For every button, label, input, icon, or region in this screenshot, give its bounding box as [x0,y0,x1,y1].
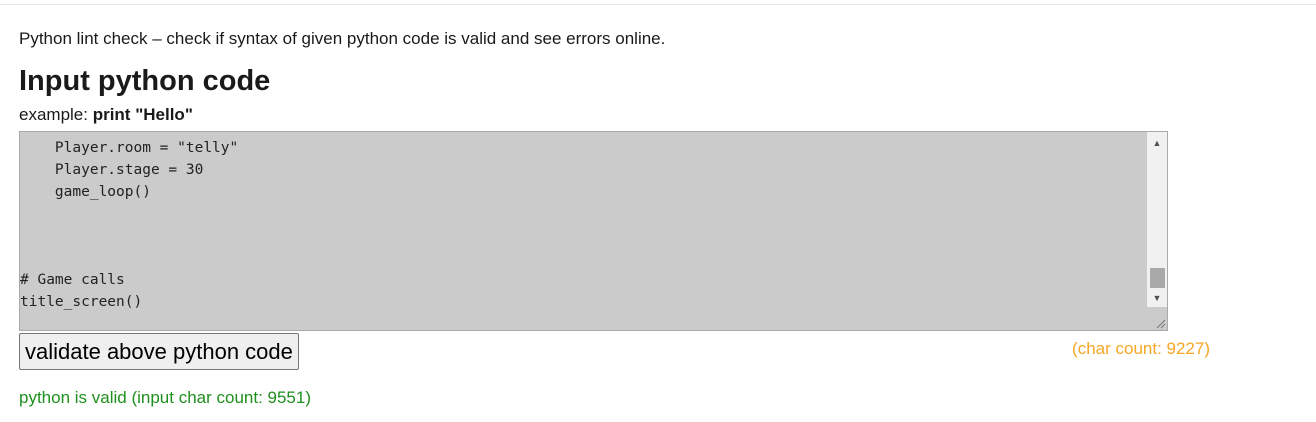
code-line: title_screen() [20,294,143,310]
code-line: Player.stage = 30 [20,162,204,178]
example-line: example: print "Hello" [19,104,193,126]
vertical-scrollbar[interactable]: ▲ ▼ [1147,132,1167,307]
code-content[interactable]: Player.room = "telly" Player.stage = 30 … [20,137,238,313]
code-line: Player.room = "telly" [20,140,239,156]
char-count: (char count: 9227) [1072,339,1210,358]
code-line: game_loop() [20,184,151,200]
example-label: example: [19,105,93,124]
scroll-up-arrow-icon[interactable]: ▲ [1147,134,1167,152]
scrollbar-thumb[interactable] [1150,268,1165,288]
example-code: print "Hello" [92,105,193,124]
validation-result: python is valid (input char count: 9551) [19,388,312,407]
page-title: Input python code [19,65,271,97]
validate-button[interactable]: validate above python code [19,333,299,370]
top-divider [0,4,1316,5]
intro-text: Python lint check – check if syntax of g… [19,29,666,48]
scroll-down-arrow-icon[interactable]: ▼ [1147,289,1167,307]
code-line: # Game calls [20,272,125,288]
resize-grip-icon[interactable] [1154,317,1166,329]
python-code-textarea[interactable]: Player.room = "telly" Player.stage = 30 … [19,131,1168,331]
